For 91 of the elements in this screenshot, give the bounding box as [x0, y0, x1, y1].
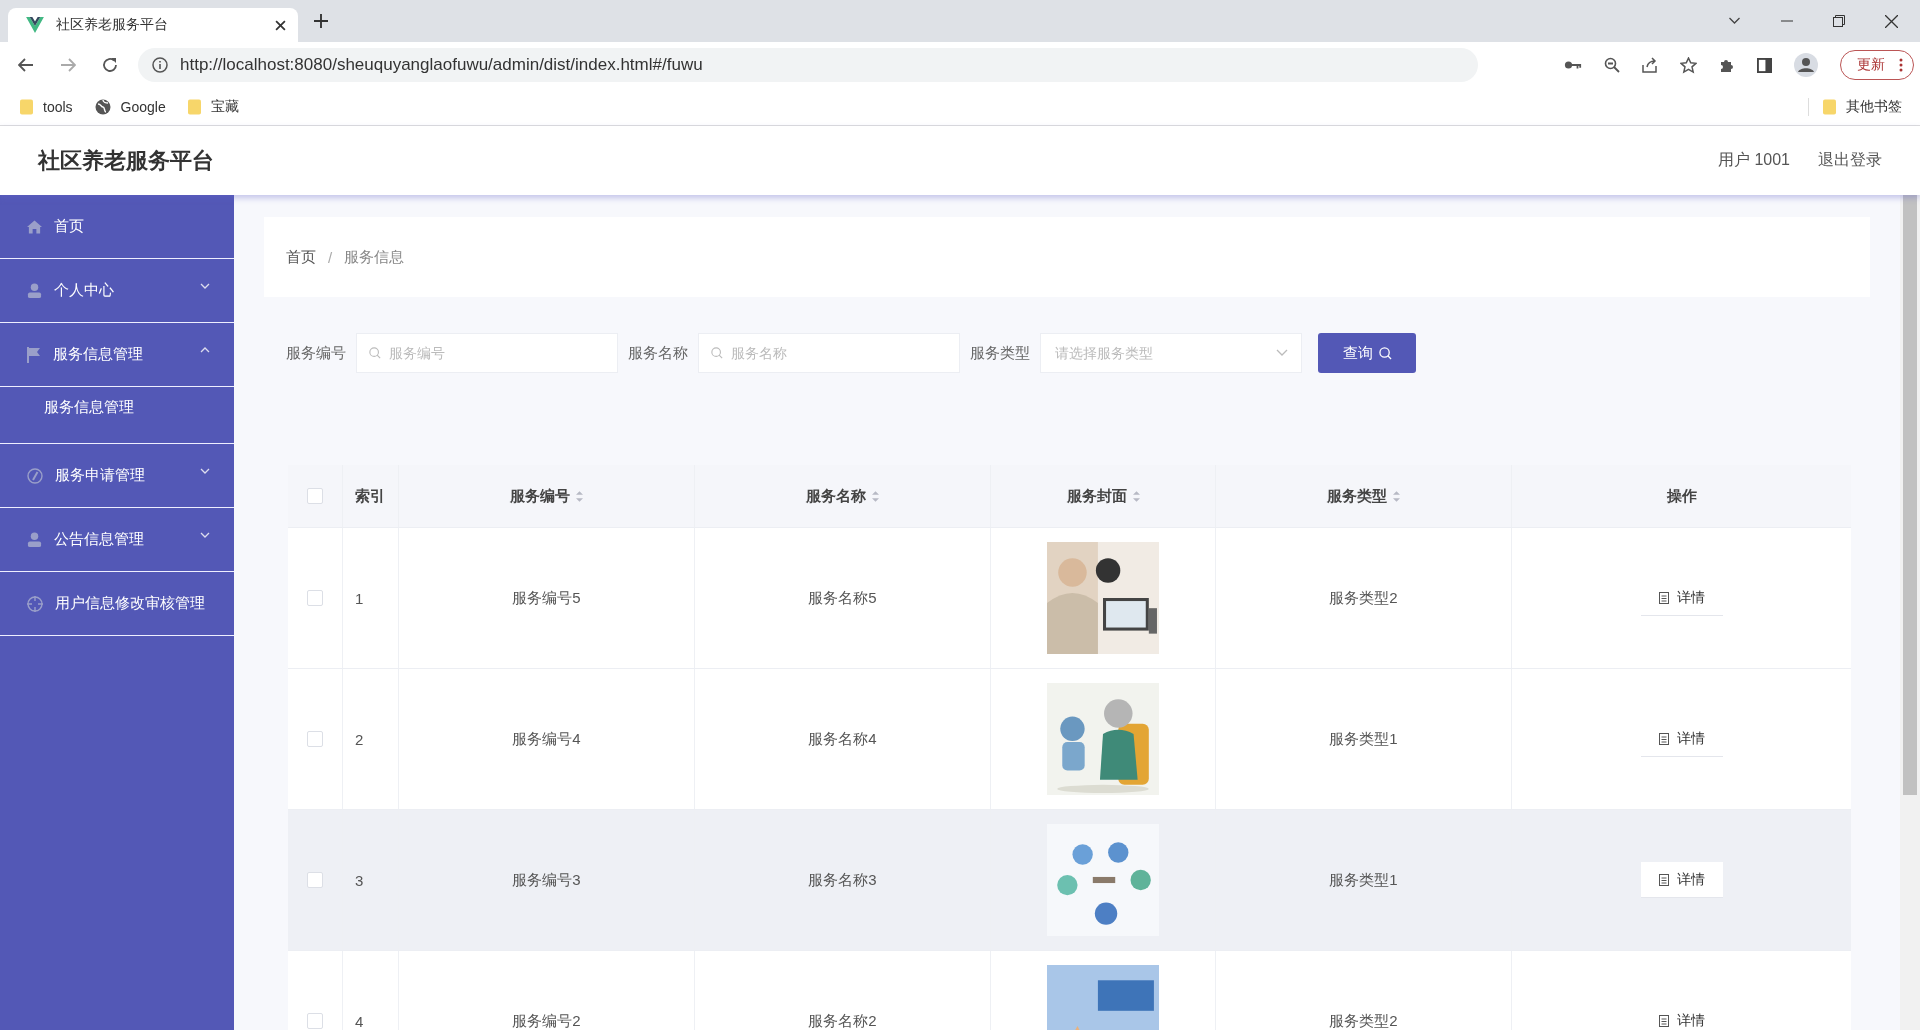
column-header: 服务类型: [1327, 486, 1387, 506]
user-name: 用户 1001: [1717, 150, 1790, 170]
table-cell: 2: [355, 730, 364, 748]
scrollbar[interactable]: [1900, 195, 1920, 1030]
folder-icon: [187, 98, 201, 115]
flag-icon: [27, 346, 41, 363]
chevron-down-icon[interactable]: [1728, 17, 1741, 25]
table-cell: 服务名称5: [808, 588, 877, 608]
table-row[interactable]: 2 服务编号4 服务名称4 服务类型1 详情: [288, 669, 1851, 810]
document-icon: [1658, 873, 1669, 886]
checkbox[interactable]: [307, 590, 323, 606]
checkbox[interactable]: [307, 1013, 323, 1029]
v-logo-icon: [26, 17, 44, 33]
tab-title: 社区养老服务平台: [56, 16, 169, 34]
zoom-out-icon[interactable]: [1604, 57, 1620, 73]
table-cell: 4: [355, 1012, 364, 1030]
column-header: 服务封面: [1066, 486, 1127, 506]
bookmark[interactable]: tools: [20, 98, 73, 115]
document-icon: [1658, 591, 1669, 604]
field-label: 服务编号: [286, 343, 346, 363]
close-icon[interactable]: [275, 19, 286, 31]
table-cell: 服务名称3: [808, 870, 877, 890]
folder-icon: [1823, 98, 1836, 115]
breadcrumb-link[interactable]: 服务信息: [344, 247, 405, 267]
share-icon[interactable]: [1642, 57, 1658, 73]
update-button[interactable]: 更新: [1840, 50, 1914, 80]
table-cell: 服务编号3: [512, 870, 581, 890]
table-cell: 服务类型2: [1329, 588, 1398, 608]
search-icon: [369, 347, 381, 359]
browser-tab[interactable]: 社区养老服务平台: [8, 8, 298, 42]
column-header: 服务编号: [510, 486, 570, 506]
globe-icon: [94, 98, 111, 115]
profile-icon[interactable]: [1794, 53, 1818, 77]
select-field[interactable]: 请选择服务类型: [1040, 333, 1302, 373]
field-label: 服务类型: [970, 343, 1030, 363]
close-icon[interactable]: [1885, 14, 1898, 28]
breadcrumb-separator: /: [328, 248, 333, 266]
sidebar-icon[interactable]: [1757, 57, 1772, 73]
checkbox[interactable]: [307, 731, 323, 747]
column-header: 操作: [1666, 486, 1697, 506]
user-icon: [27, 532, 42, 547]
back-icon[interactable]: [18, 58, 34, 72]
key-icon[interactable]: [1564, 60, 1582, 70]
home-icon: [27, 219, 42, 234]
app-title: 社区养老服务平台: [38, 146, 214, 175]
puzzle-icon[interactable]: [1719, 57, 1735, 73]
reload-icon[interactable]: [102, 57, 118, 73]
search-icon: [1378, 346, 1392, 360]
table-cell: 服务编号4: [512, 729, 581, 749]
breadcrumb-link[interactable]: 首页: [286, 247, 316, 267]
field-label: 服务名称: [628, 343, 688, 363]
table-row[interactable]: 1 服务编号5 服务名称5 服务类型2 详情: [288, 528, 1851, 669]
caret-icon[interactable]: [200, 346, 210, 353]
star-icon[interactable]: [1680, 56, 1697, 74]
compass-icon: [27, 467, 43, 484]
table-row[interactable]: 3 服务编号3 服务名称3 服务类型1 详情: [288, 810, 1851, 951]
search-field[interactable]: 服务编号: [356, 333, 618, 373]
table-cell: 服务类型2: [1329, 1011, 1398, 1030]
caret-icon[interactable]: [200, 467, 210, 474]
table-cell: 服务编号2: [512, 1011, 581, 1030]
bookmark[interactable]: 宝藏: [187, 97, 239, 116]
bookmark[interactable]: Google: [94, 98, 166, 115]
crosshair-icon: [27, 595, 43, 612]
search-icon: [711, 347, 723, 359]
address-bar[interactable]: http://localhost:8080/sheuquyanglaofuwu/admin/dist/index.html#/fuwu: [138, 48, 1478, 82]
search-button[interactable]: 查询: [1318, 333, 1416, 373]
search-field[interactable]: 服务名称: [698, 333, 960, 373]
column-header: 索引: [355, 486, 385, 506]
user-icon: [27, 283, 42, 298]
table-cell: 服务类型1: [1329, 870, 1398, 890]
document-icon: [1658, 1014, 1669, 1027]
bookmark-folder[interactable]: 其他书签: [1823, 97, 1902, 116]
info-icon: [152, 57, 168, 73]
folder-icon: [20, 98, 33, 115]
checkbox[interactable]: [307, 488, 323, 504]
table-cell: 3: [355, 871, 364, 889]
restore-icon[interactable]: [1833, 15, 1845, 27]
more-icon: [1899, 58, 1903, 72]
table-cell: 服务类型1: [1329, 729, 1398, 749]
column-header: 服务名称: [806, 486, 866, 506]
caret-icon[interactable]: [200, 282, 210, 289]
detail-button[interactable]: 详情: [1640, 862, 1723, 898]
checkbox[interactable]: [307, 872, 323, 888]
table-cell: 服务名称4: [808, 729, 877, 749]
table-cell: 服务编号5: [512, 588, 581, 608]
document-icon: [1658, 732, 1669, 745]
logout-link[interactable]: 退出登录: [1818, 150, 1882, 171]
table-cell: 1: [355, 589, 364, 607]
table-cell: 服务名称2: [808, 1011, 877, 1030]
caret-icon[interactable]: [200, 531, 210, 538]
new-tab-icon[interactable]: [314, 14, 328, 28]
